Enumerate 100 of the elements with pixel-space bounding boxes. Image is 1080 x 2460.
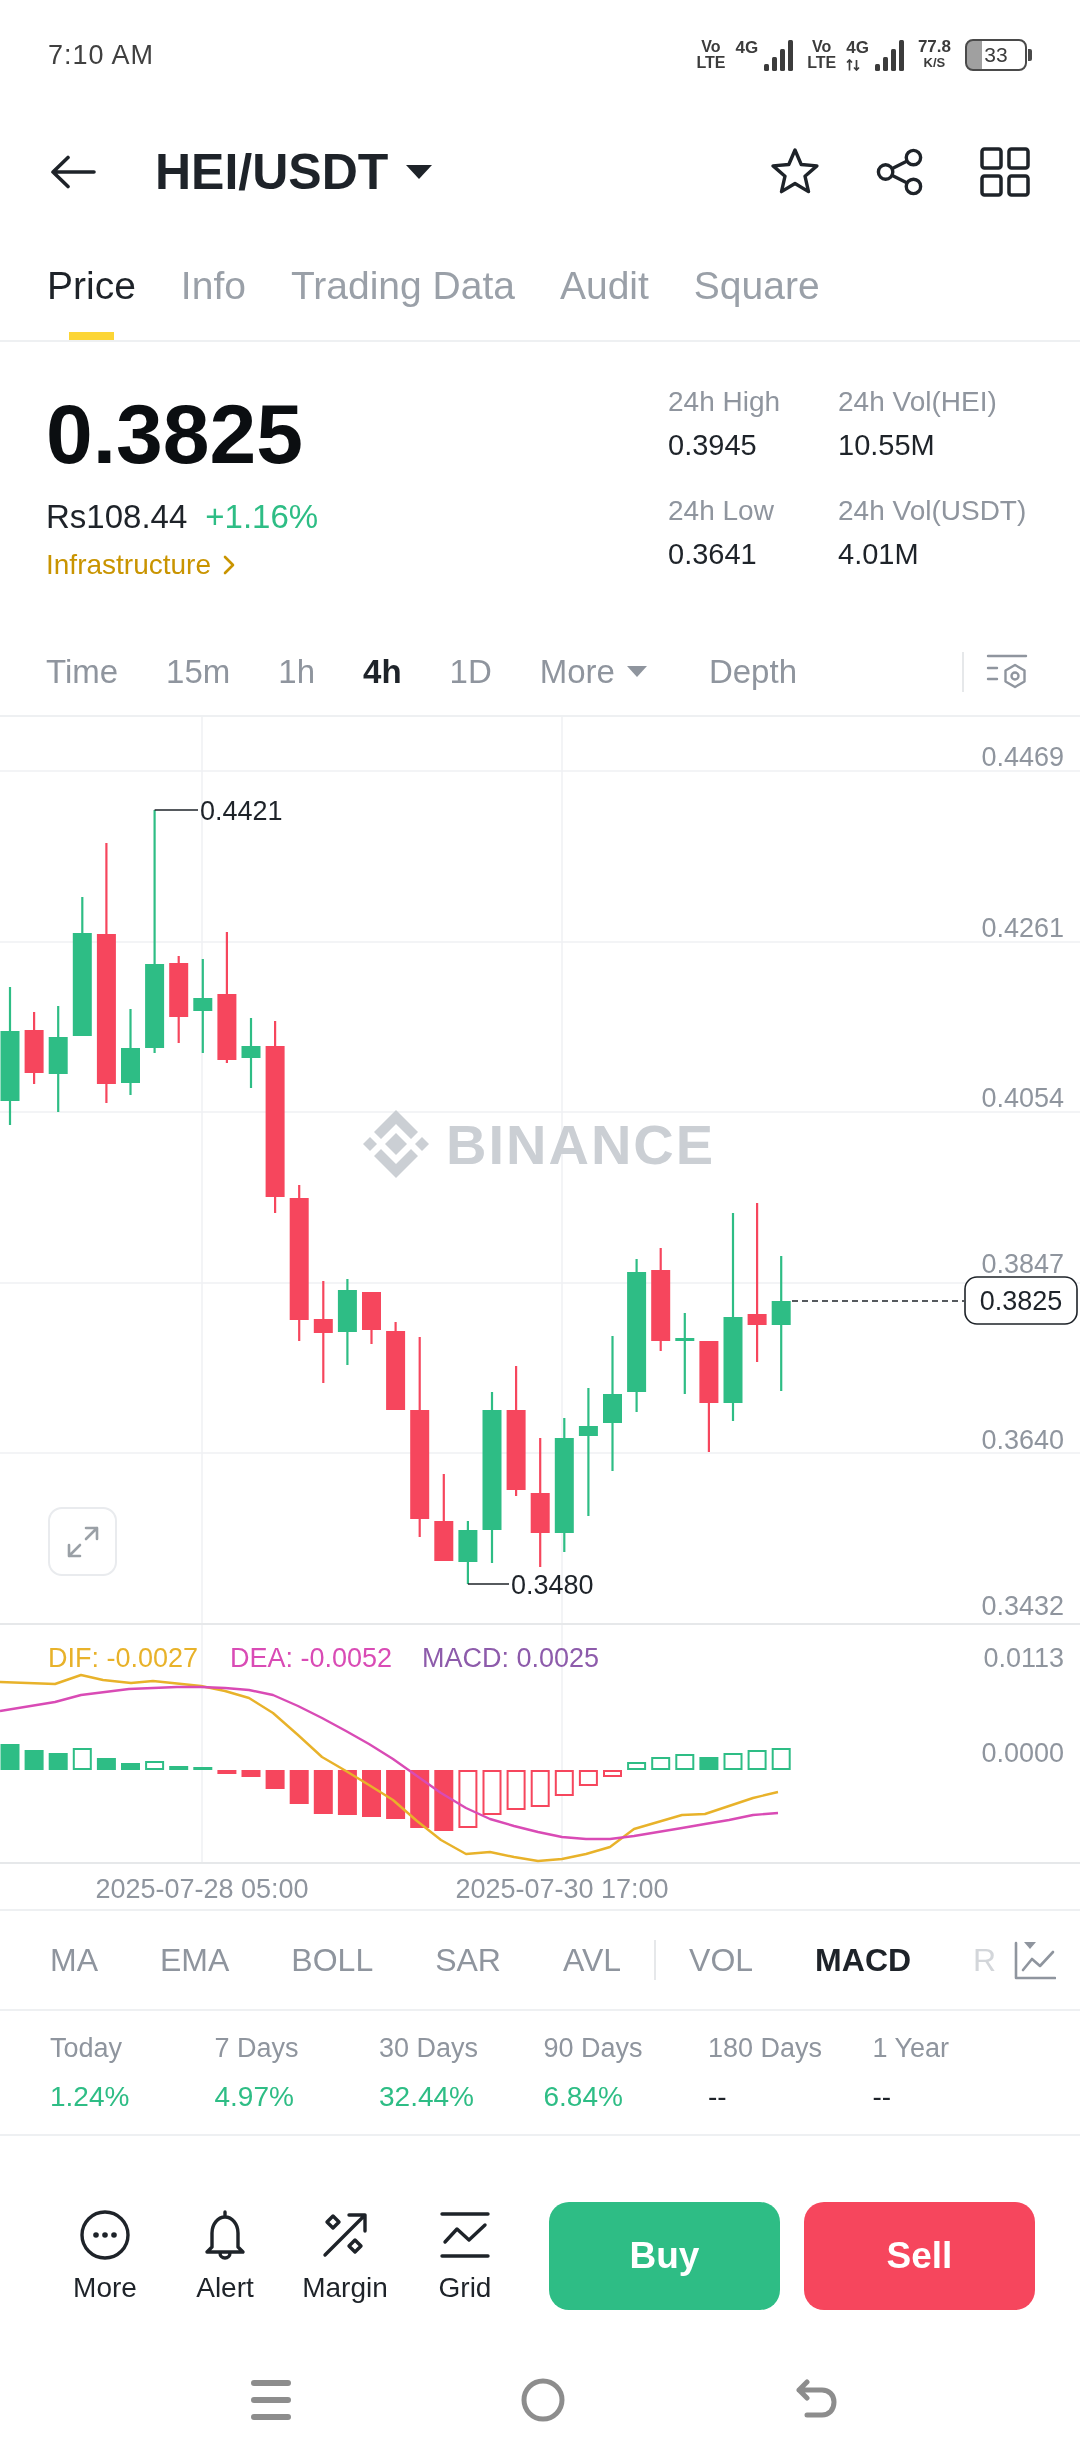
section-tab[interactable]: Info [180, 234, 246, 340]
price-axis-label: 0.4261 [981, 913, 1064, 943]
section-tab[interactable]: Price [47, 234, 136, 340]
histogram-bar [723, 1753, 743, 1770]
return-arrow-icon[interactable] [795, 2379, 837, 2421]
volte-label: Vo LTE [807, 39, 837, 71]
histogram-bar [651, 1757, 671, 1770]
price-change: +1.16% [205, 497, 319, 537]
high-price-label: 0.4421 [200, 796, 283, 826]
interval-tab[interactable]: Time [46, 651, 119, 692]
histogram-bar [169, 1766, 189, 1770]
volte-label: Vo LTE [696, 39, 726, 71]
leader-line [153, 809, 199, 811]
indicator-tab[interactable]: VOL [689, 1940, 754, 1980]
interval-tab[interactable]: 4h [363, 651, 402, 692]
indicator-tab[interactable]: BOLL [291, 1940, 374, 1980]
signal-bars-icon [764, 40, 794, 71]
interval-tab[interactable]: 15m [166, 651, 231, 692]
low-price-label: 0.3480 [511, 1570, 594, 1600]
category-link[interactable]: Infrastructure [46, 548, 235, 582]
period-change: -- [872, 2080, 892, 2114]
period-change: 1.24% [50, 2080, 130, 2114]
share-icon[interactable] [876, 148, 924, 196]
toolbar-button[interactable]: Alert [165, 2209, 285, 2305]
histogram-bar [627, 1762, 647, 1770]
histogram-bar [578, 1770, 598, 1786]
macd-legend-label: DEA: -0.0052 [230, 1643, 393, 1673]
histogram-bar [747, 1750, 767, 1770]
stat-value: 4.01M [838, 537, 920, 571]
buy-button[interactable]: Buy [549, 2202, 780, 2310]
toolbar-button[interactable]: Margin [285, 2209, 405, 2305]
histogram-bar [241, 1770, 261, 1777]
interval-tab[interactable]: More [539, 651, 647, 692]
caret-down-icon [626, 666, 647, 677]
toolbar-button[interactable]: Grid [405, 2209, 525, 2305]
stat-value: 0.3945 [668, 428, 758, 462]
candlestick [241, 1018, 261, 1088]
battery-indicator: 33 [965, 39, 1032, 71]
price-axis-label: 0.4469 [981, 742, 1064, 772]
network-type-label: 4G [735, 39, 759, 56]
histogram-bar [603, 1770, 622, 1777]
expand-button[interactable] [48, 1507, 117, 1576]
chevron-right-icon [222, 555, 235, 575]
last-price-tag: 0.3825 [964, 1276, 1078, 1325]
indicator-tab[interactable]: SAR [435, 1940, 501, 1980]
sell-button[interactable]: Sell [804, 2202, 1035, 2310]
toolbar-button[interactable]: More [45, 2209, 165, 2305]
grid-icon[interactable] [980, 147, 1030, 197]
period-label: 90 Days [543, 2032, 643, 2064]
candlestick [362, 1292, 381, 1344]
diamond-logo-icon [363, 1110, 429, 1178]
stat-value: 10.55M [838, 428, 936, 462]
stat-label: 24h Low [668, 494, 775, 528]
menu-icon[interactable] [251, 2379, 291, 2421]
period-label: 1 Year [872, 2032, 950, 2064]
histogram-bar [434, 1770, 454, 1831]
histogram-bar [386, 1770, 406, 1819]
period-label: 180 Days [708, 2032, 823, 2064]
indicator-tab[interactable]: MA [50, 1940, 98, 1980]
macd-axis-label: 0.0000 [981, 1738, 1064, 1768]
histogram-bar [0, 1744, 20, 1770]
period-change: 6.84% [543, 2080, 623, 2114]
fiat-price: Rs108.44 [46, 497, 188, 537]
pair-selector[interactable]: HEI/USDT [155, 142, 433, 202]
indicator-tab[interactable]: AVL [562, 1940, 622, 1980]
settings-icon[interactable] [986, 653, 1028, 690]
network-type-label: 4G [846, 39, 869, 56]
interval-tab[interactable]: 1h [278, 651, 316, 692]
indicator-tab[interactable]: MACD [815, 1940, 912, 1980]
leader-line [467, 1583, 510, 1585]
star-icon[interactable] [770, 148, 820, 196]
last-price: 0.3825 [46, 389, 303, 479]
section-tab[interactable]: Audit [559, 234, 649, 340]
period-label: 30 Days [379, 2032, 479, 2064]
status-time: 7:10 AM [48, 39, 155, 71]
histogram-bar [771, 1748, 791, 1770]
histogram-bar [675, 1754, 695, 1770]
period-label: 7 Days [214, 2032, 299, 2064]
histogram-bar [337, 1770, 357, 1815]
histogram-bar [554, 1770, 574, 1796]
interval-tab[interactable]: Depth [708, 651, 797, 692]
network-speed: 77.8 [917, 39, 951, 55]
back-arrow-icon[interactable] [50, 155, 96, 189]
histogram-bar [265, 1770, 285, 1789]
section-tab[interactable]: Trading Data [290, 234, 515, 340]
indicator-tab[interactable]: EMA [160, 1940, 230, 1980]
histogram-bar [458, 1770, 478, 1828]
price-axis-label: 0.3432 [981, 1591, 1064, 1621]
interval-tab[interactable]: 1D [449, 651, 492, 692]
price-axis-label: 0.4054 [981, 1083, 1064, 1113]
histogram-bar [217, 1770, 237, 1774]
ellipsis-circle-icon [79, 2209, 131, 2261]
line-chart-icon[interactable] [1014, 1940, 1056, 1980]
histogram-bar [699, 1757, 719, 1770]
candlestick [458, 1521, 478, 1584]
period-change: 32.44% [379, 2080, 474, 2114]
circle-icon[interactable] [521, 2378, 565, 2422]
period-change: -- [708, 2080, 727, 2114]
section-tab[interactable]: Square [693, 234, 820, 340]
price-axis-label: 0.3847 [981, 1249, 1064, 1279]
